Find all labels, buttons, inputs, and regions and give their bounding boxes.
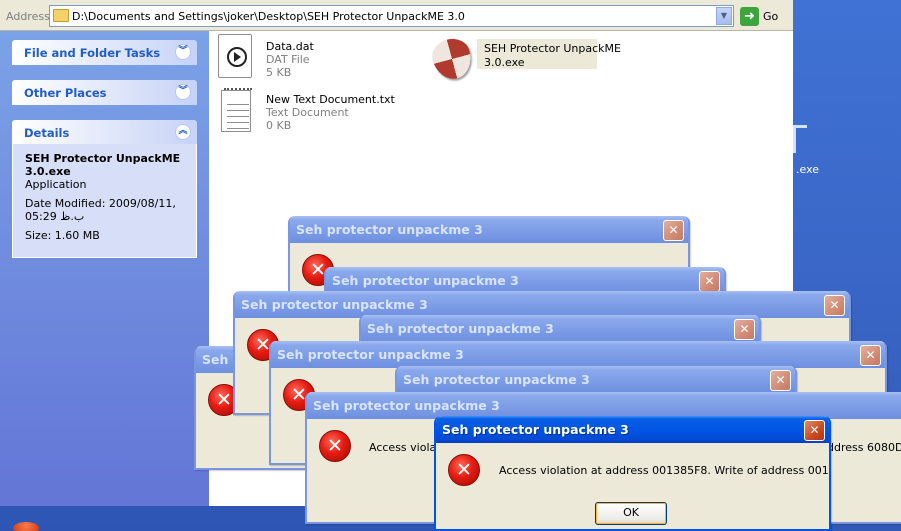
dialog-titlebar[interactable]: Seh protector unpackme 3 ✕ bbox=[326, 267, 724, 294]
details-size: Size: 1.60 MB bbox=[25, 229, 100, 242]
error-icon: ✕ bbox=[319, 430, 351, 462]
details-panel: SEH Protector UnpackME 3.0.exe Applicati… bbox=[12, 144, 197, 258]
file-type: Text Document bbox=[266, 106, 349, 119]
media-file-icon bbox=[218, 34, 252, 78]
file-item-seh-exe[interactable]: SEH Protector UnpackME 3.0.exe bbox=[428, 34, 621, 85]
details-header[interactable]: Details ︽ bbox=[12, 120, 197, 145]
panel-title: File and Folder Tasks bbox=[24, 46, 161, 60]
desktop-icon-label[interactable]: .exe bbox=[796, 163, 819, 176]
details-date-modified: Date Modified: 2009/08/11, 05:29 ب.ظ bbox=[25, 197, 176, 223]
chevron-up-icon[interactable]: ︽ bbox=[175, 124, 191, 140]
dialog-titlebar[interactable]: Seh protector unpackme 3 bbox=[307, 392, 901, 419]
dialog-titlebar[interactable]: Seh protector unpackme 3 ✕ bbox=[397, 366, 795, 393]
file-item-data-dat[interactable]: Data.dat DAT File 5 KB bbox=[218, 34, 368, 82]
chevron-down-icon[interactable]: ▼ bbox=[716, 7, 732, 25]
file-item-text-document[interactable]: New Text Document.txt Text Document 0 KB bbox=[221, 88, 401, 136]
file-size: 0 KB bbox=[266, 119, 292, 132]
file-name-line2: 3.0.exe bbox=[484, 56, 525, 69]
dialog-title: Seh protector unpackme 3 bbox=[277, 347, 464, 362]
error-dialog-active: Seh protector unpackme 3 ✕ ✕ Access viola… bbox=[434, 416, 831, 531]
dialog-title: Seh protector unpackme 3 bbox=[442, 422, 629, 437]
other-places-header[interactable]: Other Places ︾ bbox=[12, 80, 197, 105]
address-input[interactable]: D:\Documents and Settings\joker\Desktop\… bbox=[49, 5, 734, 27]
dialog-title: Seh protector unpackme 3 bbox=[403, 372, 590, 387]
dialog-message-partial: ddress 6080D4C bbox=[827, 441, 901, 454]
task-pane: File and Folder Tasks ︾ Other Places ︾ D… bbox=[0, 31, 209, 506]
close-icon[interactable]: ✕ bbox=[804, 420, 825, 441]
details-file-type: Application bbox=[25, 178, 87, 191]
close-icon[interactable]: ✕ bbox=[663, 220, 684, 241]
file-name: New Text Document.txt bbox=[266, 93, 395, 106]
panel-title: Other Places bbox=[24, 86, 107, 100]
dialog-title: Seh protector unpackme 3 bbox=[241, 297, 428, 312]
close-icon[interactable]: ✕ bbox=[699, 271, 720, 292]
dialog-titlebar[interactable]: Seh protector unpackme 3 ✕ bbox=[271, 341, 885, 368]
close-icon[interactable]: ✕ bbox=[770, 370, 791, 391]
address-value[interactable]: D:\Documents and Settings\joker\Desktop\… bbox=[72, 10, 465, 23]
dialog-titlebar[interactable]: Seh protector unpackme 3 ✕ bbox=[436, 416, 829, 443]
file-type: DAT File bbox=[266, 53, 310, 66]
desktop-exe-icon[interactable] bbox=[793, 125, 813, 159]
close-icon[interactable]: ✕ bbox=[734, 319, 755, 340]
file-name: Data.dat bbox=[266, 40, 314, 53]
close-icon[interactable]: ✕ bbox=[824, 295, 845, 316]
error-icon: ✕ bbox=[448, 454, 480, 486]
address-label: Address bbox=[6, 10, 50, 23]
dialog-titlebar[interactable]: Seh protector unpackme 3 ✕ bbox=[290, 216, 688, 243]
dialog-title: Seh protector unpackme 3 bbox=[332, 273, 519, 288]
dialog-title: Seh protector unpackme 3 bbox=[367, 321, 554, 336]
address-bar: Address D:\Documents and Settings\joker\… bbox=[0, 0, 793, 31]
close-icon[interactable]: ✕ bbox=[860, 345, 881, 366]
text-file-icon bbox=[221, 88, 252, 132]
folder-icon bbox=[53, 9, 69, 22]
dialog-message-partial: Access violati bbox=[369, 441, 444, 454]
dialog-title: Seh protector unpackme 3 bbox=[296, 222, 483, 237]
dialog-titlebar[interactable]: Seh protector unpackme 3 ✕ bbox=[235, 291, 849, 318]
file-name-line1: SEH Protector UnpackME bbox=[484, 42, 621, 55]
dialog-titlebar[interactable]: Seh protector unpackme 3 ✕ bbox=[361, 315, 759, 342]
dialog-message: Access violation at address 001385F8. Wr… bbox=[499, 464, 831, 477]
details-file-name: SEH Protector UnpackME 3.0.exe bbox=[25, 152, 181, 178]
dialog-title: Seh protector unpackme 3 bbox=[313, 398, 500, 413]
panel-title: Details bbox=[24, 126, 70, 140]
shield-icon bbox=[428, 34, 476, 84]
chevron-down-icon[interactable]: ︾ bbox=[175, 84, 191, 100]
file-folder-tasks-header[interactable]: File and Folder Tasks ︾ bbox=[12, 40, 197, 65]
chevron-down-icon[interactable]: ︾ bbox=[175, 44, 191, 60]
ok-button[interactable]: OK bbox=[595, 502, 667, 525]
go-arrow-icon: ➜ bbox=[740, 7, 759, 26]
go-button[interactable]: ➜ Go bbox=[740, 7, 780, 27]
start-button-icon[interactable] bbox=[13, 522, 39, 531]
go-label: Go bbox=[763, 10, 779, 23]
file-size: 5 KB bbox=[266, 66, 292, 79]
